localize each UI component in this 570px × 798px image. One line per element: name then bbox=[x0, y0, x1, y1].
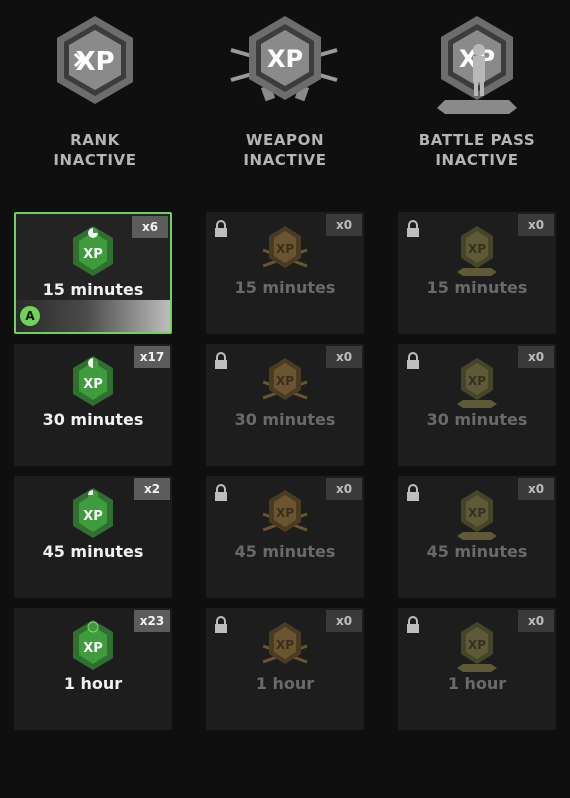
lock-icon bbox=[215, 616, 227, 633]
battlepass-token-30-minutes[interactable]: x0 XP 30 minutes bbox=[398, 344, 556, 466]
token-count-badge: x0 bbox=[326, 610, 362, 632]
battlepass-xp-token-icon: XP bbox=[457, 490, 497, 540]
weapon-token-1-hour[interactable]: x0 XP 1 hour bbox=[206, 608, 364, 730]
token-duration: 15 minutes bbox=[426, 278, 528, 297]
svg-text:XP: XP bbox=[83, 247, 103, 262]
rank-header-label: RANK INACTIVE bbox=[0, 130, 190, 170]
rank-token-1-hour[interactable]: x23 XP 1 hour bbox=[14, 608, 172, 730]
battlepass-xp-token-icon: XP bbox=[457, 358, 497, 408]
token-count-badge: x0 bbox=[326, 214, 362, 236]
lock-icon bbox=[215, 352, 227, 369]
weapon-xp-token-icon: XP bbox=[262, 226, 308, 268]
rank-token-15-minutes[interactable]: x6 XP 15 minutes A bbox=[14, 212, 172, 334]
lock-icon bbox=[407, 484, 419, 501]
token-count-badge: x0 bbox=[518, 610, 554, 632]
token-duration: 1 hour bbox=[255, 674, 315, 693]
xp-rank-icon: XP bbox=[57, 16, 133, 104]
weapon-token-30-minutes[interactable]: x0 XP 30 minutes bbox=[206, 344, 364, 466]
token-count-badge: x0 bbox=[518, 478, 554, 500]
svg-text:XP: XP bbox=[276, 242, 294, 256]
token-duration: 45 minutes bbox=[426, 542, 528, 561]
svg-text:XP: XP bbox=[276, 638, 294, 652]
rank-xp-token-icon: XP bbox=[73, 620, 113, 670]
token-duration: 15 minutes bbox=[42, 280, 144, 299]
rank-header-status: INACTIVE bbox=[53, 151, 137, 169]
battlepass-token-15-minutes[interactable]: x0 XP 15 minutes bbox=[398, 212, 556, 334]
a-button-prompt: A bbox=[20, 306, 40, 326]
lock-icon bbox=[215, 484, 227, 501]
token-duration: 45 minutes bbox=[234, 542, 336, 561]
battlepass-token-1-hour[interactable]: x0 XP 1 hour bbox=[398, 608, 556, 730]
weapon-header: XP WEAPON INACTIVE bbox=[190, 10, 380, 170]
battlepass-xp-token-icon: XP bbox=[457, 622, 497, 672]
token-count-badge: x0 bbox=[326, 346, 362, 368]
xp-weapon-icon: XP bbox=[230, 16, 338, 102]
rank-xp-token-icon: XP bbox=[73, 356, 113, 406]
token-count-badge: x17 bbox=[134, 346, 170, 368]
svg-text:XP: XP bbox=[75, 47, 114, 77]
rank-header: XP RANK INACTIVE bbox=[0, 10, 190, 170]
svg-text:XP: XP bbox=[83, 509, 103, 524]
token-count-badge: x6 bbox=[132, 216, 168, 238]
rank-header-title: RANK bbox=[70, 131, 120, 149]
svg-text:XP: XP bbox=[276, 506, 294, 520]
token-duration: 45 minutes bbox=[42, 542, 144, 561]
token-count-badge: x23 bbox=[134, 610, 170, 632]
lock-icon bbox=[407, 220, 419, 237]
weapon-header-status: INACTIVE bbox=[243, 151, 327, 169]
token-duration: 30 minutes bbox=[234, 410, 336, 429]
svg-text:XP: XP bbox=[468, 374, 486, 388]
svg-text:XP: XP bbox=[468, 242, 486, 256]
token-duration: 1 hour bbox=[63, 674, 123, 693]
token-duration: 30 minutes bbox=[426, 410, 528, 429]
token-count-badge: x2 bbox=[134, 478, 170, 500]
svg-text:XP: XP bbox=[83, 377, 103, 392]
token-count-badge: x0 bbox=[518, 214, 554, 236]
token-count-badge: x0 bbox=[326, 478, 362, 500]
battlepass-header: XP BATTLE PASS INACTIVE bbox=[382, 10, 570, 170]
svg-text:XP: XP bbox=[83, 641, 103, 656]
weapon-xp-token-icon: XP bbox=[262, 358, 308, 400]
battlepass-header-title: BATTLE PASS bbox=[418, 131, 536, 149]
weapon-token-45-minutes[interactable]: x0 XP 45 minutes bbox=[206, 476, 364, 598]
battlepass-xp-token-icon: XP bbox=[457, 226, 497, 276]
token-duration: 30 minutes bbox=[42, 410, 144, 429]
lock-icon bbox=[407, 352, 419, 369]
rank-token-30-minutes[interactable]: x17 XP 30 minutes bbox=[14, 344, 172, 466]
battlepass-header-status: INACTIVE bbox=[435, 151, 519, 169]
weapon-token-15-minutes[interactable]: x0 XP 15 minutes bbox=[206, 212, 364, 334]
svg-text:XP: XP bbox=[468, 506, 486, 520]
svg-text:XP: XP bbox=[267, 45, 303, 73]
token-count-badge: x0 bbox=[518, 346, 554, 368]
weapon-header-label: WEAPON INACTIVE bbox=[190, 130, 380, 170]
lock-icon bbox=[215, 220, 227, 237]
token-duration: 1 hour bbox=[447, 674, 507, 693]
svg-text:XP: XP bbox=[468, 638, 486, 652]
xp-battlepass-icon: XP bbox=[437, 16, 517, 114]
lock-icon bbox=[407, 616, 419, 633]
battlepass-token-45-minutes[interactable]: x0 XP 45 minutes bbox=[398, 476, 556, 598]
rank-xp-token-icon: XP bbox=[73, 226, 113, 276]
rank-token-45-minutes[interactable]: x2 XP 45 minutes bbox=[14, 476, 172, 598]
weapon-xp-token-icon: XP bbox=[262, 622, 308, 664]
rank-xp-token-icon: XP bbox=[73, 488, 113, 538]
svg-text:XP: XP bbox=[276, 374, 294, 388]
weapon-xp-token-icon: XP bbox=[262, 490, 308, 532]
xp-token-header: XP RANK INACTIVE XP WEAPON INACTIVE BATT… bbox=[0, 0, 570, 200]
battlepass-header-label: BATTLE PASS INACTIVE bbox=[382, 130, 570, 170]
weapon-header-title: WEAPON bbox=[245, 131, 325, 149]
token-duration: 15 minutes bbox=[234, 278, 336, 297]
